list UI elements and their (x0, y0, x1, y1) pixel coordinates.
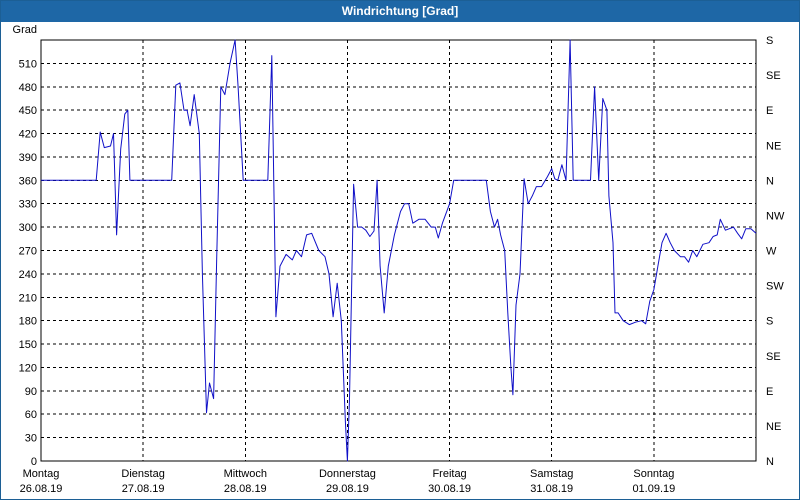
x-day-label: Donnerstag (319, 468, 376, 480)
x-date-label: 26.08.19 (20, 483, 63, 495)
chart-title: Windrichtung [Grad] (1, 1, 799, 22)
y-tick-label: 30 (25, 433, 37, 445)
y-tick-label: 90 (25, 386, 37, 398)
right-compass-label: NE (766, 421, 781, 433)
y-tick-label: 0 (31, 456, 37, 468)
y-tick-label: 270 (19, 246, 37, 258)
x-day-label: Mittwoch (224, 468, 267, 480)
wind-direction-chart: 0 30 60 90 120 150 180 210 240 270 300 330 360 390 420… (13, 24, 785, 495)
y-tick-label: 180 (19, 316, 37, 328)
right-compass-label: NE (766, 140, 781, 152)
right-compass-label: W (766, 246, 777, 258)
y-tick-label: 330 (19, 199, 37, 211)
x-date-label: 30.08.19 (428, 483, 471, 495)
right-compass-label: N (766, 175, 774, 187)
y-tick-label: 150 (19, 339, 37, 351)
y-tick-label: 480 (19, 82, 37, 94)
y-tick-label: 300 (19, 222, 37, 234)
y-tick-label: 120 (19, 362, 37, 374)
y-tick-label: 420 (19, 129, 37, 141)
x-date-label: 31.08.19 (530, 483, 573, 495)
y-tick-label: 360 (19, 175, 37, 187)
x-date-label: 01.09.19 (632, 483, 675, 495)
x-date-label: 27.08.19 (122, 483, 165, 495)
right-compass-label: N (766, 456, 774, 468)
x-day-label: Freitag (432, 468, 466, 480)
right-compass-label: SW (766, 281, 784, 293)
y-tick-label: 60 (25, 409, 37, 421)
x-day-label: Sonntag (633, 468, 674, 480)
x-day-label: Samstag (530, 468, 573, 480)
x-date-label: 29.08.19 (326, 483, 369, 495)
right-compass-label: E (766, 386, 773, 398)
x-date-label: 28.08.19 (224, 483, 267, 495)
right-compass-label: SE (766, 351, 781, 363)
y-tick-label: 240 (19, 269, 37, 281)
right-compass-label: E (766, 105, 773, 117)
x-day-label: Dienstag (121, 468, 164, 480)
y-axis-title: Grad (13, 24, 37, 36)
x-day-label: Montag (23, 468, 60, 480)
right-compass-label: S (766, 35, 773, 47)
right-compass-label: S (766, 316, 773, 328)
y-tick-label: 390 (19, 152, 37, 164)
right-compass-label: NW (766, 210, 785, 222)
y-tick-label: 510 (19, 58, 37, 70)
right-compass-label: SE (766, 70, 781, 82)
y-tick-label: 450 (19, 105, 37, 117)
chart-window: Windrichtung [Grad] 0 30 60 90 120 150 180 210 2… (0, 0, 800, 500)
y-tick-label: 210 (19, 292, 37, 304)
